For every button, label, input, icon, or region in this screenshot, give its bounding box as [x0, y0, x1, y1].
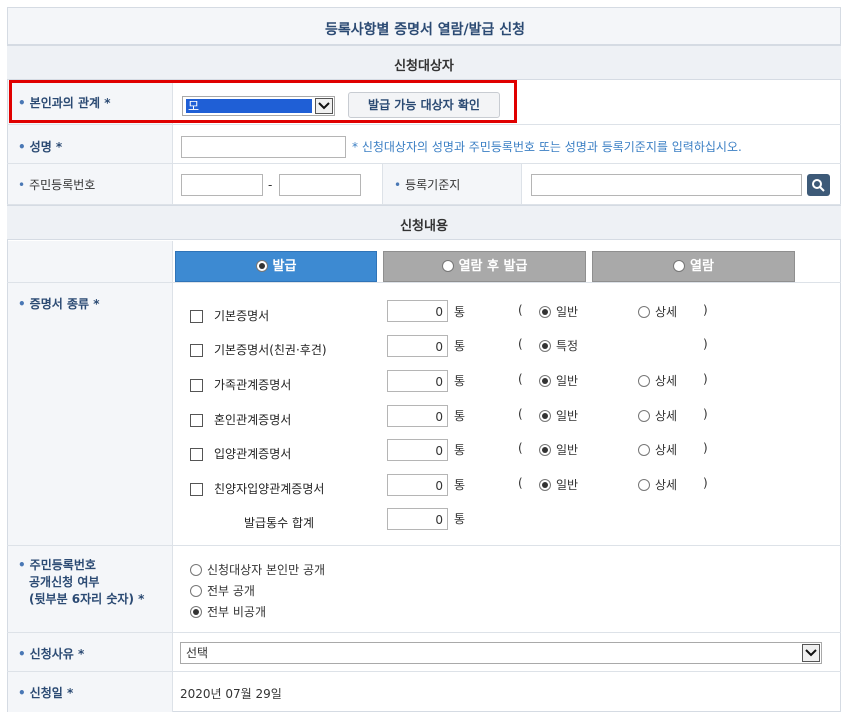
open-paren: ( — [518, 441, 523, 455]
cert-option-detail[interactable]: 상세 — [638, 476, 677, 493]
rrn-dash: - — [268, 178, 273, 192]
cert-name: 친양자입양관계증명서 — [214, 482, 325, 496]
cert-option-general[interactable]: 일반 — [539, 476, 578, 493]
highlight-box — [9, 80, 517, 123]
disclosure-label: • 주민등록번호 공개신청 여부 (뒷부분 6자리 숫자) * — [18, 558, 145, 606]
cert-name: 가족관계증명서 — [214, 378, 292, 392]
cert-name: 입양관계증명서 — [214, 447, 292, 461]
registry-input[interactable] — [531, 174, 802, 196]
cert-option-general[interactable]: 일반 — [539, 372, 578, 389]
unit-label: 통 — [454, 305, 466, 319]
unit-label: 통 — [454, 339, 466, 353]
open-paren: ( — [518, 407, 523, 421]
cert-type-label: • 증명서 종류 * — [18, 297, 100, 311]
row-divider — [7, 282, 841, 283]
close-paren: ) — [703, 337, 708, 351]
unit-label: 통 — [454, 374, 466, 388]
unit-label: 통 — [454, 478, 466, 492]
open-paren: ( — [518, 372, 523, 386]
cert-qty-input[interactable]: 0 — [387, 405, 448, 427]
registry-label: • 등록기준지 — [394, 178, 461, 192]
name-label: • 성명 * — [18, 140, 63, 154]
cert-qty-input[interactable]: 0 — [387, 300, 448, 322]
rrn-label: • 주민등록번호 — [18, 178, 96, 192]
disclosure-option-all[interactable]: 전부 공개 — [190, 582, 255, 599]
cert-option-detail[interactable]: 상세 — [638, 407, 677, 424]
section-header-applicant: 신청대상자 — [7, 45, 841, 80]
cert-checkbox-marriage[interactable] — [190, 414, 203, 427]
open-paren: ( — [518, 476, 523, 490]
cert-qty-input[interactable]: 0 — [387, 370, 448, 392]
tab-view-then-issue[interactable]: 열람 후 발급 — [383, 251, 586, 282]
cert-qty-input[interactable]: 0 — [387, 335, 448, 357]
reason-label: • 신청사유 * — [18, 647, 85, 661]
cert-option-detail[interactable]: 상세 — [638, 303, 677, 320]
close-paren: ) — [703, 476, 708, 490]
cert-qty-input[interactable]: 0 — [387, 439, 448, 461]
row-divider — [7, 671, 841, 672]
page-title: 등록사항별 증명서 열람/발급 신청 — [324, 22, 526, 38]
cert-name: 기본증명서(친권·후견) — [214, 343, 327, 357]
cert-checkbox-adoption[interactable] — [190, 448, 203, 461]
unit-label: 통 — [454, 512, 466, 526]
search-button[interactable] — [807, 174, 830, 196]
disclosure-option-none[interactable]: 전부 비공개 — [190, 603, 266, 620]
row-divider — [7, 545, 841, 546]
section-title-applicant: 신청대상자 — [394, 59, 454, 74]
section-title-request: 신청내용 — [400, 219, 448, 234]
cert-option-general[interactable]: 일반 — [539, 407, 578, 424]
close-paren: ) — [703, 441, 708, 455]
tab-view[interactable]: 열람 — [592, 251, 795, 282]
search-icon — [812, 179, 825, 192]
cert-name: 혼인관계증명서 — [214, 413, 292, 427]
total-count-label: 발급통수 합계 — [244, 516, 315, 530]
cert-checkbox-basic-guardian[interactable] — [190, 344, 203, 357]
name-hint: * 신청대상자의 성명과 주민등록번호 또는 성명과 등록기준지를 입력하십시오… — [352, 140, 742, 154]
application-date: 2020년 07월 29일 — [180, 687, 282, 701]
cert-option-general[interactable]: 일반 — [539, 441, 578, 458]
total-count-value: 0 — [387, 508, 448, 530]
section-header-request: 신청내용 — [7, 205, 841, 240]
cert-checkbox-basic[interactable] — [190, 310, 203, 323]
cert-option-specific[interactable]: 특정 — [539, 337, 578, 354]
tab-issue[interactable]: 발급 — [175, 251, 377, 282]
cert-name: 기본증명서 — [214, 309, 270, 323]
unit-label: 통 — [454, 443, 466, 457]
reason-select-value: 선택 — [186, 646, 209, 660]
cert-checkbox-family[interactable] — [190, 379, 203, 392]
open-paren: ( — [518, 337, 523, 351]
open-paren: ( — [518, 303, 523, 317]
unit-label: 통 — [454, 409, 466, 423]
row-divider — [7, 632, 841, 633]
rrn-front-input[interactable] — [181, 174, 263, 196]
cert-option-general[interactable]: 일반 — [539, 303, 578, 320]
close-paren: ) — [703, 303, 708, 317]
disclosure-option-self-only[interactable]: 신청대상자 본인만 공개 — [190, 561, 325, 578]
cert-option-detail[interactable]: 상세 — [638, 441, 677, 458]
date-label: • 신청일 * — [18, 686, 74, 700]
row-divider — [7, 124, 841, 125]
cert-checkbox-full-adoption[interactable] — [190, 483, 203, 496]
reason-select[interactable]: 선택 — [180, 642, 822, 664]
name-input[interactable] — [181, 136, 346, 158]
title-bar: 등록사항별 증명서 열람/발급 신청 — [7, 7, 841, 45]
chevron-down-icon — [802, 644, 820, 662]
cert-option-detail[interactable]: 상세 — [638, 372, 677, 389]
close-paren: ) — [703, 372, 708, 386]
rrn-back-input[interactable] — [279, 174, 361, 196]
close-paren: ) — [703, 407, 708, 421]
cert-qty-input[interactable]: 0 — [387, 474, 448, 496]
